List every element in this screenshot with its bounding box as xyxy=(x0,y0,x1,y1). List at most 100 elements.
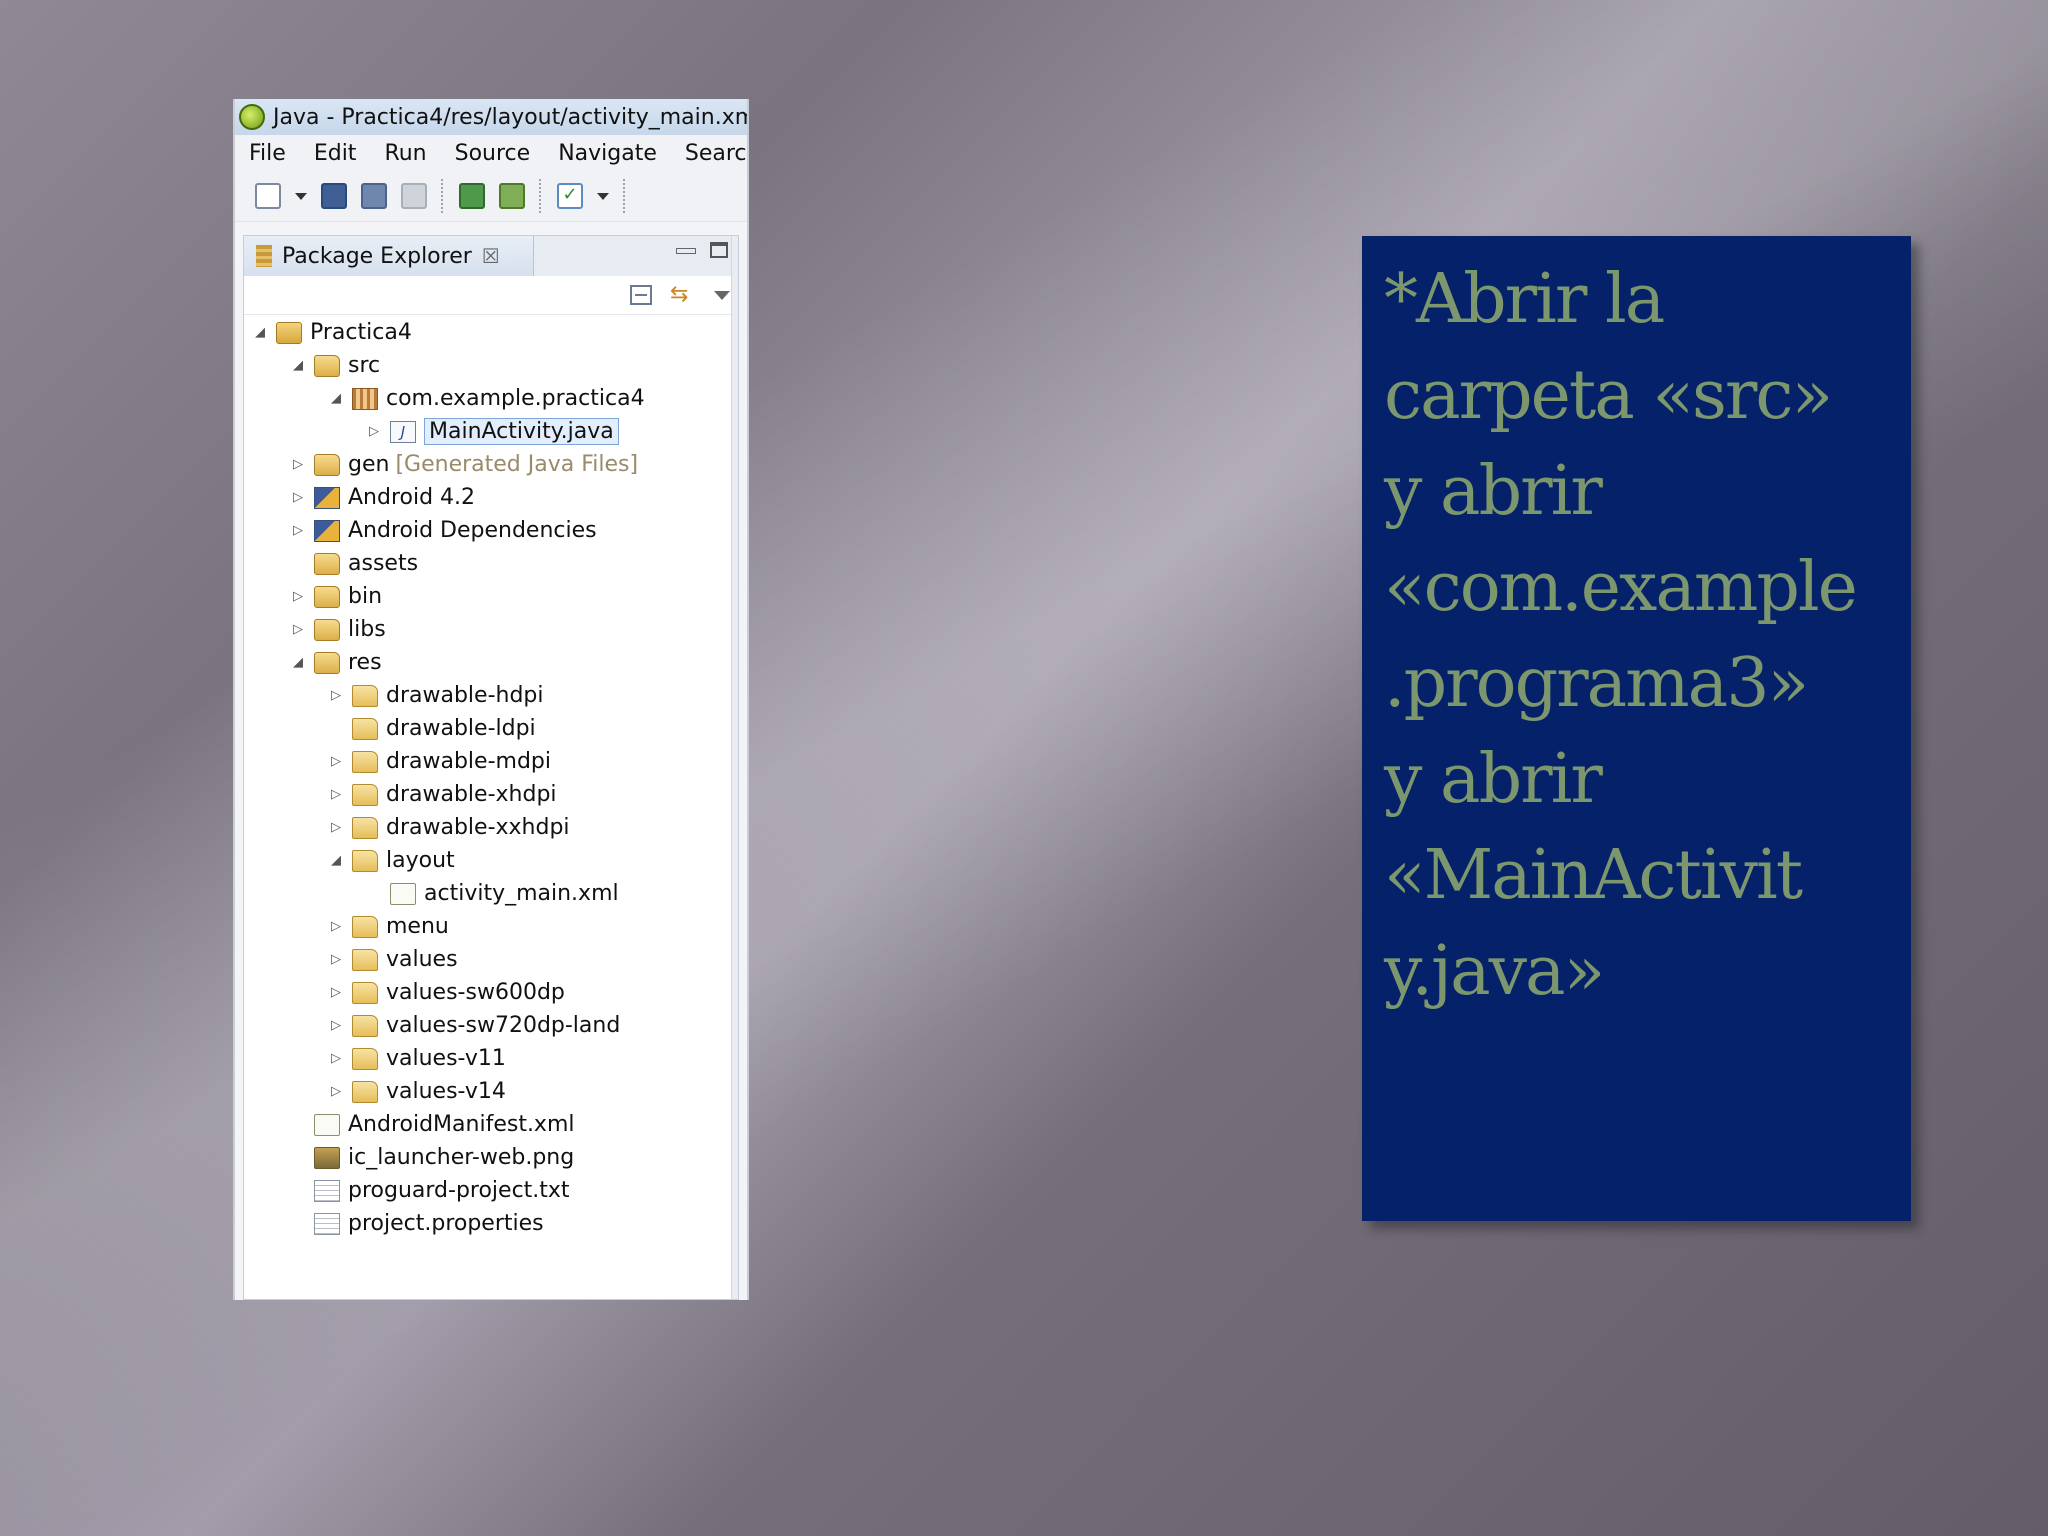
instruction-box: *Abrir la carpeta «src» y abrir «com.exa… xyxy=(1362,236,1911,1221)
menu-file[interactable]: File xyxy=(249,141,286,166)
tree-item[interactable]: ▷ values-sw720dp-land xyxy=(326,1009,620,1042)
collapsed-arrow-icon[interactable]: ▷ xyxy=(364,424,384,439)
collapsed-arrow-icon[interactable]: ▷ xyxy=(288,589,308,604)
collapsed-arrow-icon[interactable]: ▷ xyxy=(326,985,346,1000)
xml-icon xyxy=(390,882,416,905)
tree-item-label: com.example.practica4 xyxy=(386,386,645,411)
save-icon[interactable] xyxy=(321,183,347,209)
collapsed-arrow-icon[interactable]: ▷ xyxy=(288,490,308,505)
menu-edit[interactable]: Edit xyxy=(314,141,357,166)
android-sdk-manager-icon[interactable] xyxy=(459,183,485,209)
tree-item[interactable]: ▷ drawable-mdpi xyxy=(326,745,551,778)
tree-item[interactable]: ◢ Practica4 xyxy=(250,316,412,349)
tree-item[interactable]: ▷ gen [Generated Java Files] xyxy=(288,448,638,481)
maximize-icon[interactable] xyxy=(710,242,728,258)
new-wizard-icon[interactable] xyxy=(255,183,281,209)
tree-item[interactable]: ▷ libs xyxy=(288,613,386,646)
tree-item[interactable]: ▷ J MainActivity.java xyxy=(364,415,619,448)
tree-item[interactable]: project.properties xyxy=(288,1207,544,1240)
tree-item-label: drawable-ldpi xyxy=(386,716,536,741)
tree-item-label: Practica4 xyxy=(310,320,412,345)
lib-icon xyxy=(314,486,340,509)
tree-item[interactable]: ▷ drawable-xxhdpi xyxy=(326,811,570,844)
new-dropdown-icon[interactable] xyxy=(295,192,307,200)
lint-check-icon[interactable]: ✓ xyxy=(557,183,583,209)
folder-icon xyxy=(352,915,378,938)
folder-icon xyxy=(352,750,378,773)
window-title: Java - Practica4/res/layout/activity_mai… xyxy=(273,104,749,130)
collapsed-arrow-icon[interactable]: ▷ xyxy=(288,457,308,472)
expanded-arrow-icon[interactable]: ◢ xyxy=(326,391,346,406)
tree-item[interactable]: ▷ drawable-hdpi xyxy=(326,679,544,712)
toolbar-separator xyxy=(441,179,445,213)
tree-item[interactable]: ◢ com.example.practica4 xyxy=(326,382,645,415)
tree-item[interactable]: assets xyxy=(288,547,418,580)
tree-item[interactable]: ▷ Android 4.2 xyxy=(288,481,475,514)
tree-item[interactable]: drawable-ldpi xyxy=(326,712,536,745)
menu-source[interactable]: Source xyxy=(455,141,531,166)
tree-item[interactable]: ◢ src xyxy=(288,349,380,382)
tree-item-label: drawable-xhdpi xyxy=(386,782,557,807)
srcfolder-icon xyxy=(314,552,340,575)
tab-package-explorer[interactable]: Package Explorer ☒ xyxy=(244,236,534,276)
collapsed-arrow-icon[interactable]: ▷ xyxy=(326,688,346,703)
collapsed-arrow-icon[interactable]: ▷ xyxy=(288,622,308,637)
tree-item[interactable]: ic_launcher-web.png xyxy=(288,1141,574,1174)
tree-item[interactable]: proguard-project.txt xyxy=(288,1174,570,1207)
tree-item[interactable]: ▷ values xyxy=(326,943,458,976)
srcfolder-icon xyxy=(314,354,340,377)
lint-dropdown-icon[interactable] xyxy=(597,192,609,200)
tree-item[interactable]: ▷ drawable-xhdpi xyxy=(326,778,557,811)
png-icon xyxy=(314,1146,340,1169)
print-icon[interactable] xyxy=(401,183,427,209)
view-window-controls xyxy=(676,242,728,258)
eclipse-window: Java - Practica4/res/layout/activity_mai… xyxy=(233,99,749,1300)
expanded-arrow-icon[interactable]: ◢ xyxy=(288,358,308,373)
android-avd-manager-icon[interactable] xyxy=(499,183,525,209)
tree-item[interactable]: AndroidManifest.xml xyxy=(288,1108,575,1141)
window-titlebar[interactable]: Java - Practica4/res/layout/activity_mai… xyxy=(235,99,747,135)
tree-item[interactable]: ▷ values-v14 xyxy=(326,1075,506,1108)
collapsed-arrow-icon[interactable]: ▷ xyxy=(326,1018,346,1033)
collapsed-arrow-icon[interactable]: ▷ xyxy=(326,1084,346,1099)
link-with-editor-icon[interactable]: ⇆ xyxy=(670,284,696,306)
close-icon[interactable]: ☒ xyxy=(482,244,500,268)
tree-item[interactable]: ◢ layout xyxy=(326,844,455,877)
main-toolbar: ✓ xyxy=(235,171,747,222)
view-tab-row: Package Explorer ☒ xyxy=(244,236,738,276)
view-menu-icon[interactable] xyxy=(714,290,730,300)
tree-item[interactable]: ◢ res xyxy=(288,646,382,679)
tree-item-label: res xyxy=(348,650,382,675)
menu-run[interactable]: Run xyxy=(384,141,426,166)
collapsed-arrow-icon[interactable]: ▷ xyxy=(288,523,308,538)
tree-item[interactable]: ▷ values-v11 xyxy=(326,1042,506,1075)
expanded-arrow-icon[interactable]: ◢ xyxy=(250,325,270,340)
menu-navigate[interactable]: Navigate xyxy=(558,141,657,166)
instruction-text: *Abrir la carpeta «src» y abrir «com.exa… xyxy=(1384,260,1858,1011)
tree-item-label: project.properties xyxy=(348,1211,544,1236)
collapsed-arrow-icon[interactable]: ▷ xyxy=(326,952,346,967)
expanded-arrow-icon[interactable]: ◢ xyxy=(288,655,308,670)
folder-icon xyxy=(352,816,378,839)
collapsed-arrow-icon[interactable]: ▷ xyxy=(326,754,346,769)
tree-item[interactable]: ▷ Android Dependencies xyxy=(288,514,597,547)
tree-item[interactable]: ▷ values-sw600dp xyxy=(326,976,565,1009)
tree-item[interactable]: ▷ bin xyxy=(288,580,382,613)
minimize-icon[interactable] xyxy=(676,248,696,254)
tree-item[interactable]: ▷ menu xyxy=(326,910,449,943)
tree-item-label: Android 4.2 xyxy=(348,485,476,510)
lib-icon xyxy=(314,519,340,542)
menu-search[interactable]: Search xyxy=(685,141,747,166)
save-all-icon[interactable] xyxy=(361,183,387,209)
collapsed-arrow-icon[interactable]: ▷ xyxy=(326,919,346,934)
collapsed-arrow-icon[interactable]: ▷ xyxy=(326,820,346,835)
tree-item[interactable]: activity_main.xml xyxy=(364,877,619,910)
collapse-all-icon[interactable] xyxy=(630,285,652,305)
expanded-arrow-icon[interactable]: ◢ xyxy=(326,853,346,868)
collapsed-arrow-icon[interactable]: ▷ xyxy=(326,1051,346,1066)
folder-icon xyxy=(352,783,378,806)
folder-icon xyxy=(352,1014,378,1037)
tree-item-label: values-sw600dp xyxy=(386,980,565,1005)
collapsed-arrow-icon[interactable]: ▷ xyxy=(326,787,346,802)
tree-item-label: proguard-project.txt xyxy=(348,1178,570,1203)
